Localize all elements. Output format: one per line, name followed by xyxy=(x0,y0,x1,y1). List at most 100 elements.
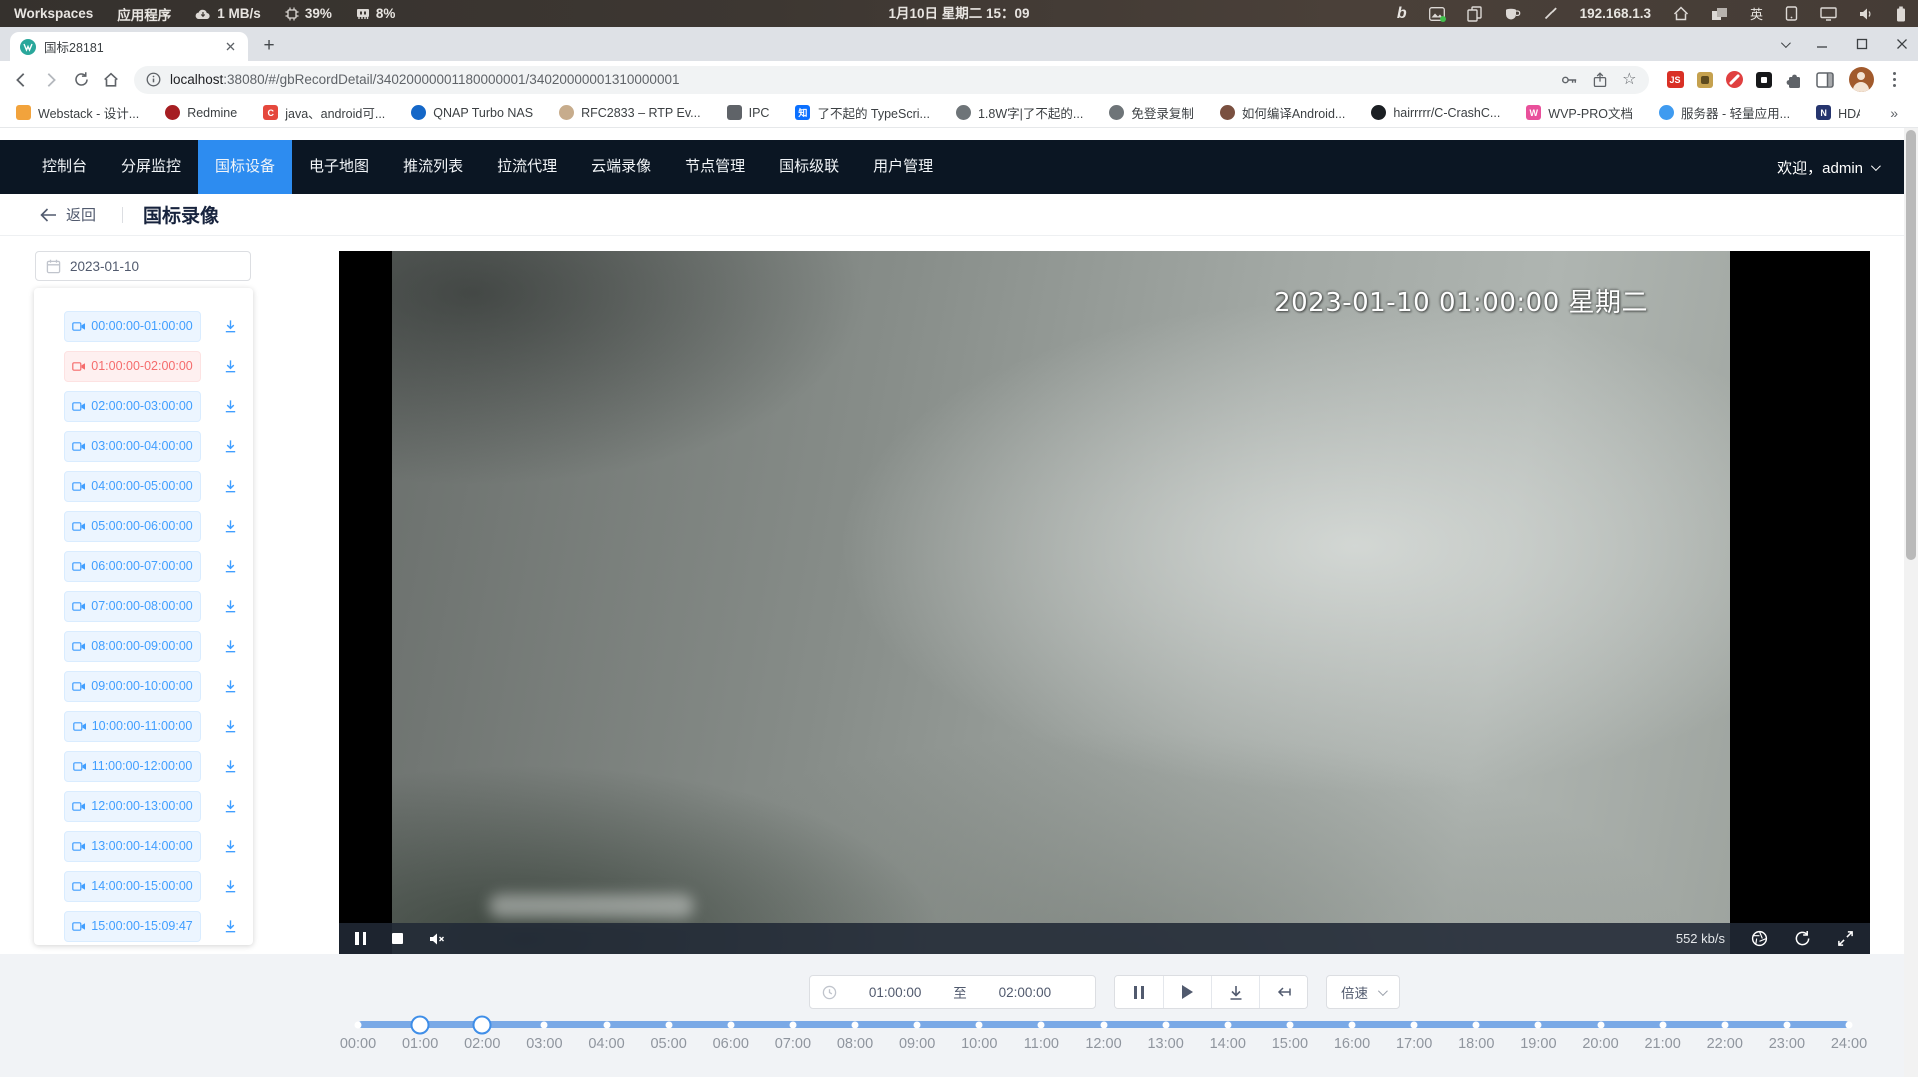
ip-address-indicator[interactable]: 192.168.1.3 xyxy=(1580,6,1651,21)
extensions-puzzle-icon[interactable] xyxy=(1785,71,1803,89)
record-segment-button[interactable]: 08:00:00-09:00:00 xyxy=(64,631,201,662)
window-maximize-button[interactable] xyxy=(1856,38,1868,50)
nav-tab-7[interactable]: 云端录像 xyxy=(574,140,668,194)
scrollbar-thumb[interactable] xyxy=(1906,130,1916,560)
tool-tray-icon[interactable] xyxy=(1543,6,1558,21)
record-segment-button[interactable]: 03:00:00-04:00:00 xyxy=(64,431,201,462)
record-segment-button[interactable]: 01:00:00-02:00:00 xyxy=(64,351,201,382)
new-tab-button[interactable]: + xyxy=(256,33,282,59)
playback-speed-dropdown[interactable]: 倍速 xyxy=(1326,975,1400,1009)
bookmark-item[interactable]: Redmine xyxy=(165,105,237,120)
record-segment-button[interactable]: 09:00:00-10:00:00 xyxy=(64,671,201,702)
bookmark-item[interactable]: QNAP Turbo NAS xyxy=(411,105,533,120)
bookmark-item[interactable]: 1.8W字|了不起的... xyxy=(956,103,1083,122)
side-panel-icon[interactable] xyxy=(1816,72,1834,88)
password-key-icon[interactable] xyxy=(1560,71,1578,89)
bookmark-item[interactable]: 知了不起的 TypeScri... xyxy=(795,103,930,122)
nav-tab-1[interactable]: 控制台 xyxy=(25,140,104,194)
extension-black-icon[interactable] xyxy=(1756,72,1772,88)
workspaces-button[interactable]: Workspaces xyxy=(14,6,93,21)
download-record-button[interactable] xyxy=(221,557,240,576)
bing-tray-icon[interactable]: b xyxy=(1397,6,1407,22)
snapshot-button[interactable] xyxy=(1751,930,1768,947)
download-record-button[interactable] xyxy=(221,437,240,456)
bookmark-item[interactable]: 如何编译Android... xyxy=(1220,103,1346,122)
bookmark-item[interactable]: WWVP-PRO文档 xyxy=(1526,103,1633,122)
time-range-input[interactable]: 01:00:00 至 02:00:00 xyxy=(809,975,1096,1009)
download-record-button[interactable] xyxy=(221,637,240,656)
windows-tray-icon[interactable] xyxy=(1711,7,1728,21)
download-record-button[interactable] xyxy=(221,757,240,776)
home-button[interactable] xyxy=(98,67,124,93)
bookmark-item[interactable]: 服务器 - 轻量应用... xyxy=(1659,103,1790,122)
download-button[interactable] xyxy=(1211,976,1259,1008)
download-record-button[interactable] xyxy=(221,917,240,936)
download-record-button[interactable] xyxy=(221,517,240,536)
download-record-button[interactable] xyxy=(221,357,240,376)
player-refresh-button[interactable] xyxy=(1794,930,1811,947)
download-record-button[interactable] xyxy=(221,477,240,496)
player-pause-button[interactable] xyxy=(355,932,366,945)
nav-tab-4[interactable]: 电子地图 xyxy=(292,140,386,194)
home-tray-icon[interactable] xyxy=(1673,6,1689,21)
window-close-button[interactable] xyxy=(1896,38,1908,50)
adblock-extension-icon[interactable] xyxy=(1726,71,1743,88)
end-time-input[interactable]: 02:00:00 xyxy=(967,985,1083,1000)
browser-menu-button[interactable] xyxy=(1887,68,1903,92)
download-record-button[interactable] xyxy=(221,597,240,616)
user-menu[interactable]: 欢迎，admin xyxy=(1777,157,1918,178)
download-record-button[interactable] xyxy=(221,797,240,816)
bookmark-item[interactable]: Webstack - 设计... xyxy=(16,103,139,122)
record-segment-button[interactable]: 00:00:00-01:00:00 xyxy=(64,311,201,342)
volume-tray-icon[interactable] xyxy=(1859,7,1874,21)
record-segment-button[interactable]: 05:00:00-06:00:00 xyxy=(64,511,201,542)
player-stop-button[interactable] xyxy=(392,933,403,944)
download-record-button[interactable] xyxy=(221,317,240,336)
copy-tray-icon[interactable] xyxy=(1467,6,1482,22)
tab-search-chevron-icon[interactable] xyxy=(1781,38,1791,48)
system-clock[interactable]: 1月10日 星期二 15：09 xyxy=(888,0,1029,27)
battery-tray-icon[interactable] xyxy=(1896,6,1906,22)
timeline-end-handle[interactable] xyxy=(473,1015,492,1034)
fullscreen-button[interactable] xyxy=(1837,930,1854,947)
nav-tab-5[interactable]: 推流列表 xyxy=(386,140,480,194)
window-minimize-button[interactable] xyxy=(1816,38,1828,50)
record-segment-button[interactable]: 15:00:00-15:09:47 xyxy=(64,911,201,942)
record-segment-button[interactable]: 10:00:00-11:00:00 xyxy=(64,711,201,742)
bookmark-item[interactable]: 免登录复制 xyxy=(1109,103,1194,122)
bookmark-item[interactable]: IPC xyxy=(727,105,770,120)
record-segment-button[interactable]: 13:00:00-14:00:00 xyxy=(64,831,201,862)
record-segment-button[interactable]: 12:00:00-13:00:00 xyxy=(64,791,201,822)
record-segment-button[interactable]: 04:00:00-05:00:00 xyxy=(64,471,201,502)
reload-button[interactable] xyxy=(68,67,94,93)
page-scrollbar[interactable] xyxy=(1904,128,1918,1077)
play-button[interactable] xyxy=(1163,976,1211,1008)
player-mute-button[interactable] xyxy=(429,932,446,946)
back-button[interactable] xyxy=(8,67,34,93)
address-bar[interactable]: localhost:38080/#/gbRecordDetail/3402000… xyxy=(134,66,1649,94)
input-method-indicator[interactable]: 英 xyxy=(1750,4,1763,23)
screenshot-tray-icon[interactable] xyxy=(1429,7,1445,21)
record-segment-button[interactable]: 06:00:00-07:00:00 xyxy=(64,551,201,582)
download-record-button[interactable] xyxy=(221,877,240,896)
bookmark-star-icon[interactable]: ☆ xyxy=(1622,72,1636,88)
share-icon[interactable] xyxy=(1592,72,1608,88)
extension-gold-icon[interactable] xyxy=(1697,72,1713,88)
site-info-icon[interactable] xyxy=(146,72,161,87)
seek-back-button[interactable] xyxy=(1259,976,1307,1008)
nav-tab-10[interactable]: 用户管理 xyxy=(856,140,950,194)
tablet-tray-icon[interactable] xyxy=(1785,6,1798,21)
back-to-list-button[interactable]: 返回 xyxy=(34,203,102,226)
timeline-start-handle[interactable] xyxy=(411,1015,430,1034)
forward-button[interactable] xyxy=(38,67,64,93)
record-segment-button[interactable]: 14:00:00-15:00:00 xyxy=(64,871,201,902)
browser-tab[interactable]: 国标28181 xyxy=(10,32,248,61)
tab-close-button[interactable] xyxy=(222,39,238,55)
download-record-button[interactable] xyxy=(221,717,240,736)
record-segment-button[interactable]: 11:00:00-12:00:00 xyxy=(64,751,201,782)
record-segment-button[interactable]: 02:00:00-03:00:00 xyxy=(64,391,201,422)
nav-tab-3[interactable]: 国标设备 xyxy=(198,140,292,194)
timeline-slider[interactable] xyxy=(358,1021,1849,1028)
bookmark-item[interactable]: hairrrrr/C-CrashC... xyxy=(1371,105,1500,120)
nav-tab-6[interactable]: 拉流代理 xyxy=(480,140,574,194)
